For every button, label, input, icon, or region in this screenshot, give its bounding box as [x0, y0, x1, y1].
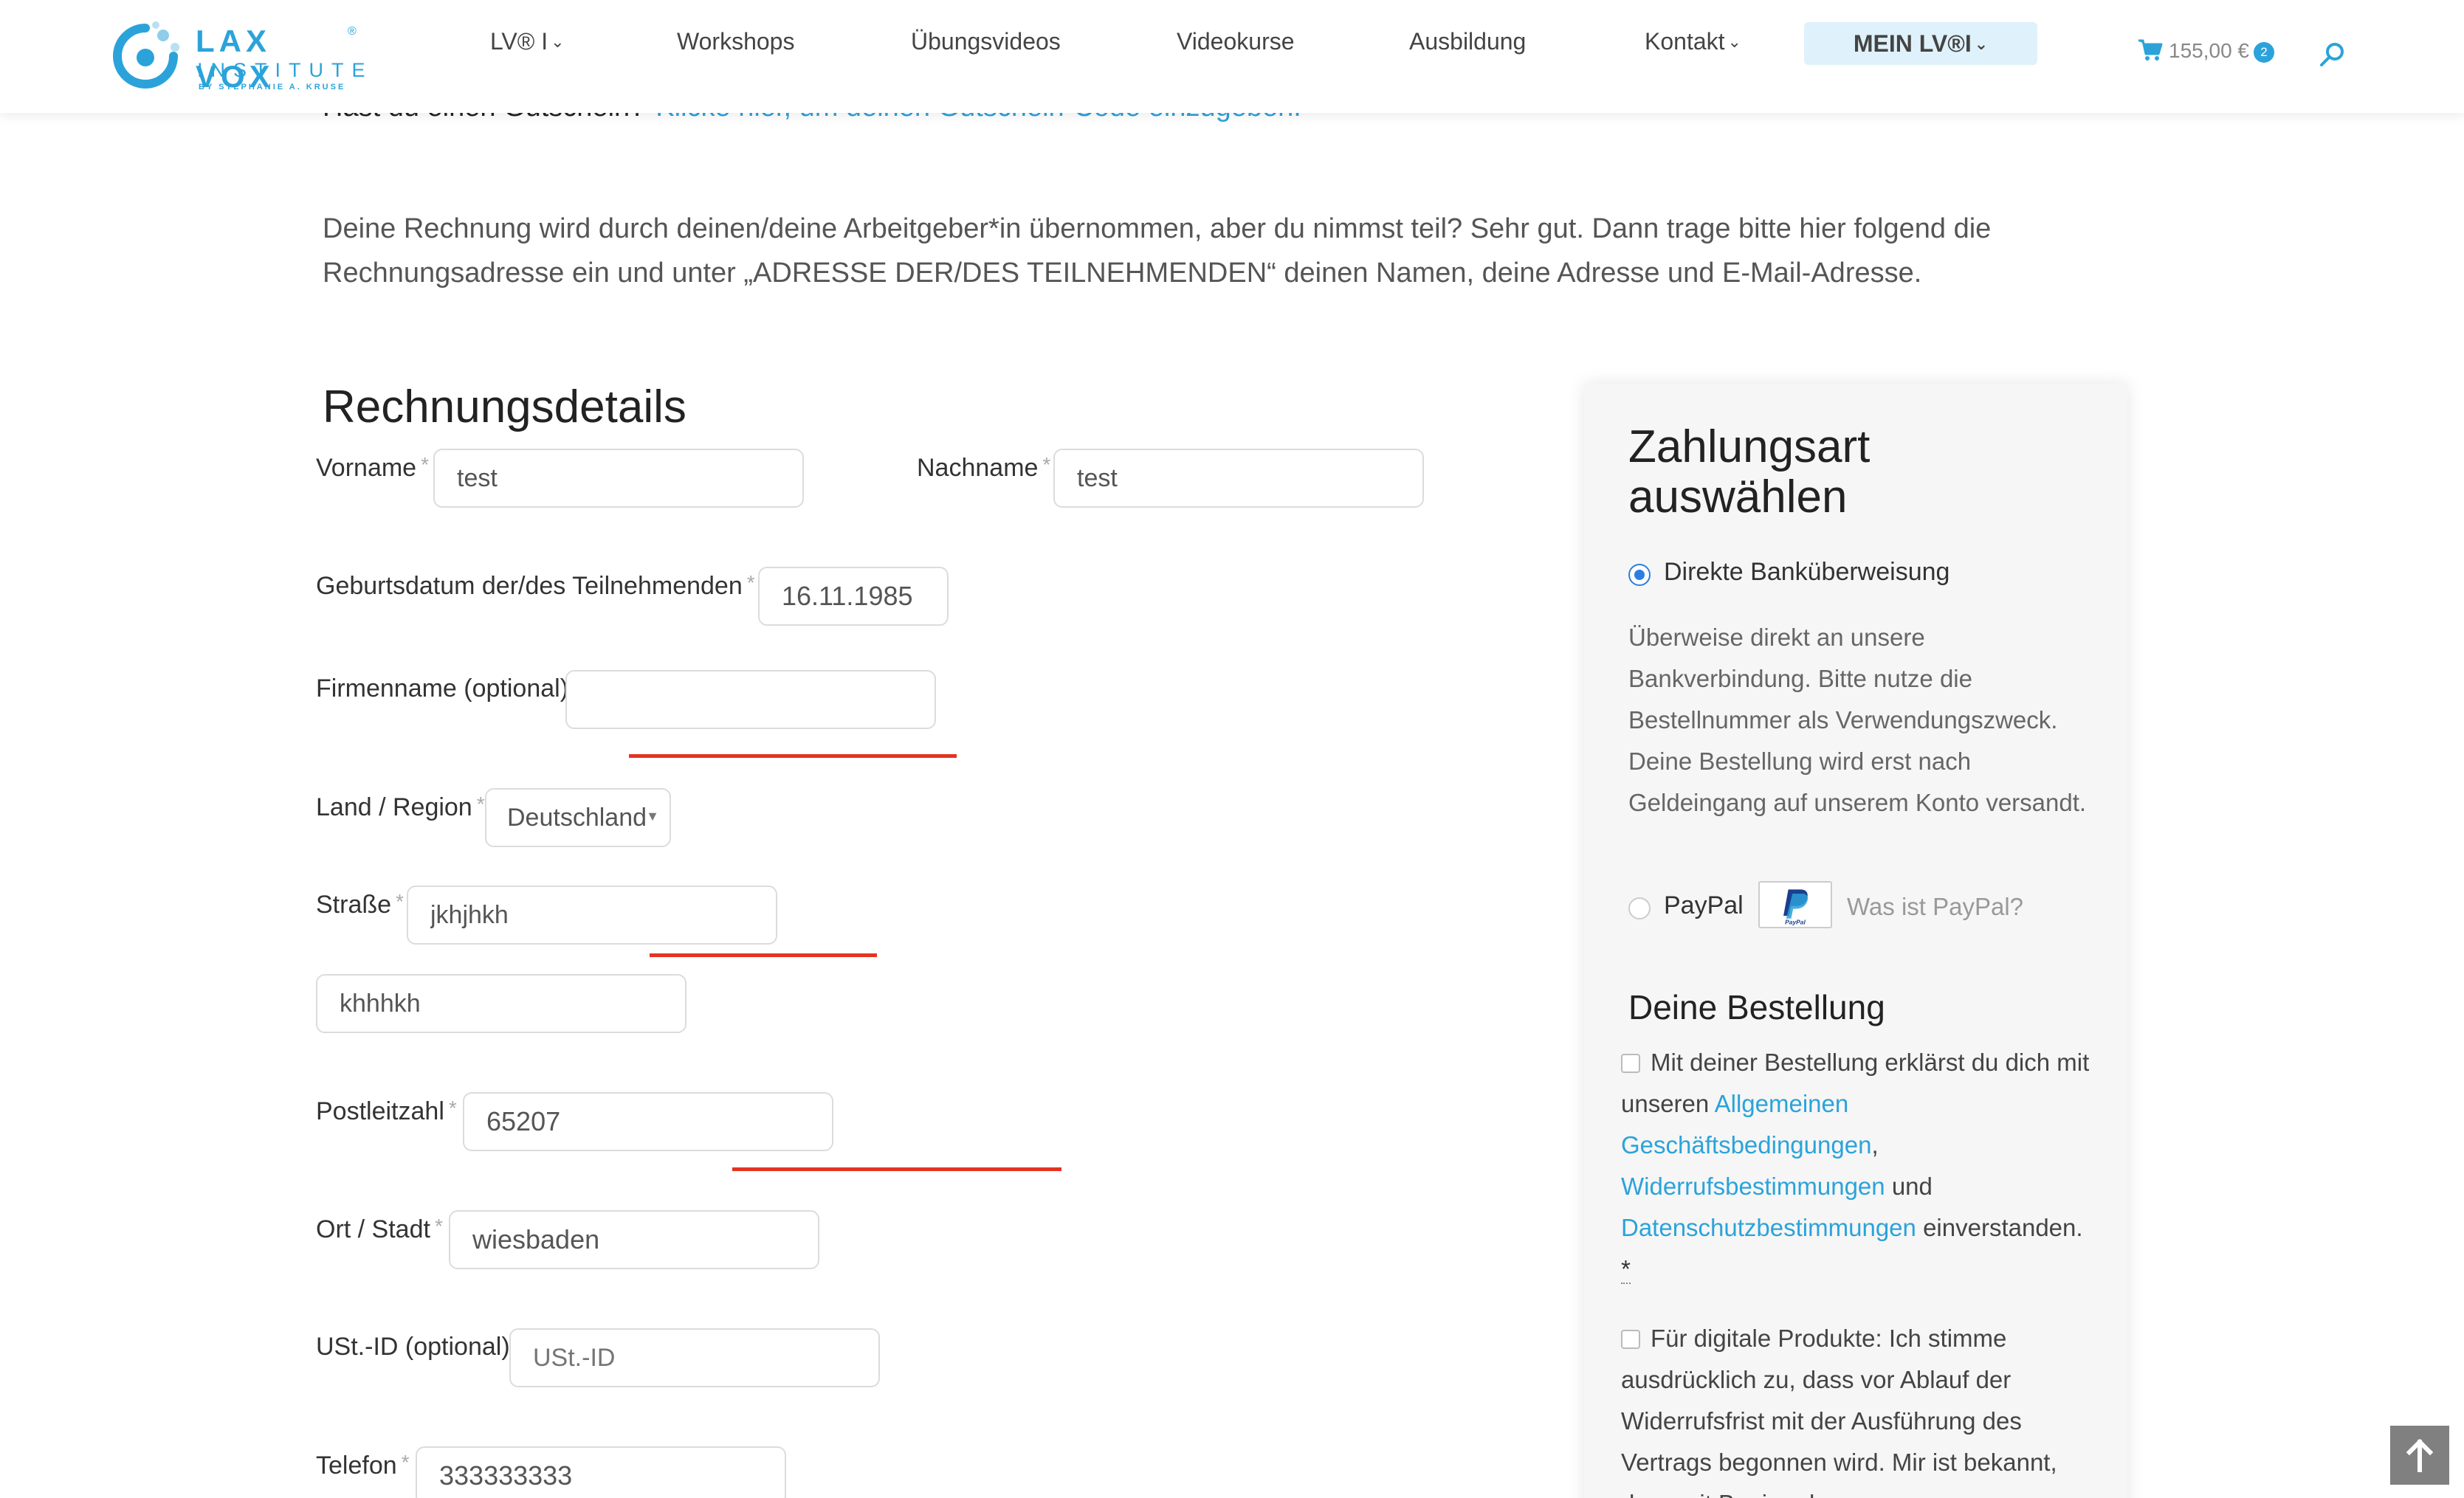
ort-label: Ort / Stadt * [316, 1215, 443, 1243]
strasse-field[interactable] [407, 886, 777, 945]
intro-text: Deine Rechnung wird durch deinen/deine A… [323, 213, 1992, 289]
vorname-field[interactable] [433, 449, 804, 508]
logo-subtitle: BY STEPHANIE A. KRUSE [199, 83, 346, 92]
nav-item-label: Ausbildung [1409, 28, 1527, 55]
nav-item-workshops[interactable]: Workshops [677, 28, 794, 55]
nav-item-videokurse[interactable]: Videokurse [1177, 28, 1295, 55]
plz-field[interactable] [463, 1092, 833, 1151]
chevron-down-icon: ⌄ [1974, 35, 1989, 53]
nachname-field[interactable] [1053, 449, 1424, 508]
cart-link[interactable]: 155,00 €2 [2138, 38, 2274, 63]
land-select-value: Deutschland [507, 804, 647, 832]
datenschutz-link[interactable]: Datenschutzbestimmungen [1621, 1214, 1916, 1241]
nav-item-ausbildung[interactable]: Ausbildung [1409, 28, 1526, 55]
nav-item-label: Übungsvideos [911, 28, 1061, 55]
widerruf-link[interactable]: Widerrufsbestimmungen [1621, 1173, 1885, 1200]
required-marker: * [746, 571, 755, 594]
required-marker: * [1621, 1255, 1631, 1284]
site-logo[interactable]: LAX VOX ® INSTITUTE BY STEPHANIE A. KRUS… [107, 18, 365, 94]
paypal-info-link[interactable]: Was ist PayPal? [1847, 893, 2023, 921]
scroll-to-top-button[interactable] [2390, 1426, 2449, 1485]
logo-mark-icon [113, 21, 179, 89]
cart-count-badge: 2 [2254, 42, 2274, 63]
land-label: Land / Region * [316, 793, 485, 821]
chevron-down-icon: ⌄ [1727, 32, 1741, 51]
required-marker: * [401, 1451, 410, 1474]
required-marker: * [434, 1215, 443, 1238]
billing-title: Rechnungsdetails [323, 382, 686, 432]
required-marker: * [476, 793, 485, 815]
cart-icon [2138, 39, 2163, 61]
nachname-label: Nachname * [917, 453, 1051, 482]
validation-underline [650, 953, 877, 957]
ort-field[interactable] [449, 1210, 819, 1269]
payment-panel: Zahlungsart auswählen Direkte Banküberwe… [1584, 384, 2127, 1498]
required-marker: * [1042, 453, 1051, 476]
geburtsdatum-label: Geburtsdatum der/des Teilnehmenden * [316, 571, 755, 600]
nav-item-kontakt[interactable]: Kontakt ⌄ [1645, 28, 1741, 55]
nav-item-label: Videokurse [1177, 28, 1295, 55]
nav-item-label: Kontakt [1645, 28, 1725, 55]
nav-item-lvi[interactable]: LV® I ⌄ [490, 28, 565, 55]
bank-transfer-radio[interactable] [1628, 564, 1651, 586]
site-header: LAX VOX ® INSTITUTE BY STEPHANIE A. KRUS… [0, 0, 2464, 113]
logo-registered: ® [348, 25, 357, 38]
telefon-field[interactable] [416, 1446, 786, 1498]
geburtsdatum-field[interactable] [758, 567, 949, 626]
strasse-line2-field[interactable] [316, 974, 686, 1033]
chevron-down-icon: ⌄ [551, 32, 565, 51]
bank-transfer-description: Überweise direkt an unsere Bankverbindun… [1628, 624, 2087, 816]
nav-item-mein-lvi[interactable]: MEIN LV®I ⌄ [1804, 22, 2037, 65]
paypal-logo-text: PayPal [1785, 918, 1806, 925]
nav-item-label: LV® I [490, 28, 548, 55]
strasse-label: Straße * [316, 890, 404, 919]
chevron-down-icon: ▼ [646, 809, 659, 824]
digital-products-text: Für digitale Produkte: Ich stimme ausdrü… [1621, 1325, 2057, 1498]
cart-total: 155,00 € [2169, 39, 2249, 62]
firma-field[interactable] [565, 670, 936, 729]
bank-transfer-label[interactable]: Direkte Banküberweisung [1664, 558, 1949, 587]
required-marker: * [448, 1097, 457, 1119]
required-marker: * [421, 453, 429, 476]
ustid-label: USt.-ID (optional) [316, 1333, 510, 1361]
arrow-up-icon [2406, 1438, 2434, 1472]
nav-item-uebungsvideos[interactable]: Übungsvideos [911, 28, 1061, 55]
payment-title: Zahlungsart auswählen [1628, 421, 1871, 522]
required-marker: * [396, 890, 404, 913]
logo-text-line2: INSTITUTE [197, 59, 374, 81]
validation-underline [629, 754, 957, 758]
firma-label: Firmenname (optional) [316, 674, 569, 703]
order-title: Deine Bestellung [1628, 988, 1885, 1026]
terms-text: Mit deiner Bestellung erklärst du dich m… [1621, 1049, 2090, 1284]
nav-item-label: Workshops [677, 28, 795, 55]
nav-item-label: MEIN LV®I [1853, 30, 1972, 57]
vorname-label: Vorname * [316, 453, 429, 482]
validation-underline [732, 1167, 1061, 1171]
telefon-label: Telefon * [316, 1451, 410, 1480]
plz-label: Postleitzahl * [316, 1097, 457, 1125]
paypal-radio[interactable] [1628, 897, 1651, 919]
paypal-label[interactable]: PayPal [1664, 891, 1744, 920]
land-select[interactable]: Deutschland ▼ [485, 788, 671, 847]
paypal-logo-icon: PayPal [1758, 881, 1832, 928]
ustid-field[interactable] [509, 1328, 880, 1387]
search-icon[interactable] [2319, 41, 2346, 68]
